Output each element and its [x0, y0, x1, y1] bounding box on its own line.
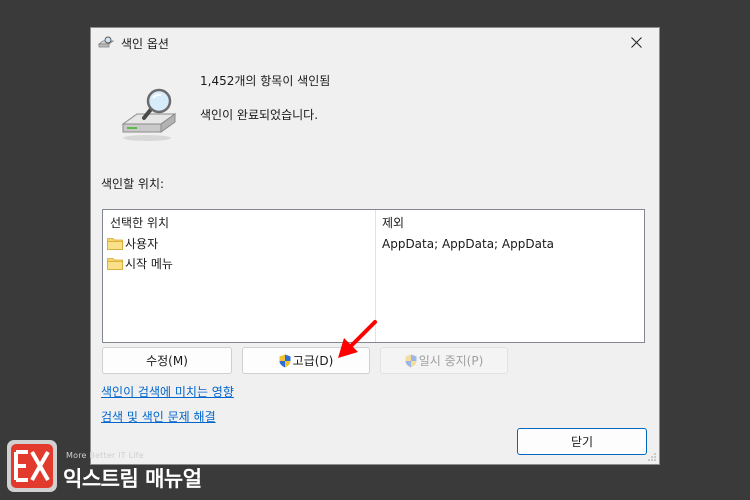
list-item[interactable]: 사용자	[107, 234, 158, 252]
column-header-included: 선택한 위치	[110, 216, 170, 230]
annotation-arrow	[338, 320, 377, 358]
modify-button-label: 수정(M)	[146, 354, 188, 368]
uac-shield-icon	[279, 354, 291, 367]
drive-magnifier-icon	[121, 88, 177, 141]
folder-icon	[107, 237, 123, 250]
excluded-paths: AppData; AppData; AppData	[382, 237, 555, 251]
location-name: 시작 메뉴	[125, 256, 173, 271]
logo-mark-icon	[11, 444, 53, 488]
modify-button[interactable]: 수정(M)	[102, 347, 232, 374]
logo-tagline: More Better IT Life	[66, 451, 144, 460]
window-title: 색인 옵션	[121, 37, 169, 51]
resize-grip[interactable]	[647, 452, 657, 462]
indexing-options-icon	[98, 36, 114, 48]
logo-brand-name: 익스트림 매뉴얼	[63, 467, 202, 491]
close-icon	[631, 37, 642, 48]
site-logo	[7, 440, 57, 492]
close-button[interactable]: 닫기	[517, 428, 647, 455]
title-bar[interactable]: 색인 옵션	[91, 28, 659, 58]
folder-icon	[107, 257, 123, 270]
indexing-options-dialog: 색인 옵션 1,452개의 항목이 색인됨 색인이 완료되었습니다. 색인할 위…	[90, 27, 660, 465]
index-locations-label: 색인할 위치:	[101, 177, 165, 191]
close-window-button[interactable]	[615, 28, 659, 58]
uac-shield-icon	[405, 354, 417, 367]
pause-button-label: 일시 중지(P)	[418, 354, 484, 368]
close-button-label: 닫기	[570, 435, 594, 449]
column-header-excluded: 제외	[382, 216, 405, 230]
location-name: 사용자	[125, 236, 159, 251]
list-item[interactable]: 시작 메뉴	[107, 254, 173, 272]
troubleshoot-link[interactable]: 검색 및 색인 문제 해결	[101, 408, 216, 425]
pause-button[interactable]: 일시 중지(P)	[380, 347, 508, 374]
advanced-button-label: 고급(D)	[292, 354, 334, 368]
desktop-background: { "window": { "title": "색인 옵션", "close_l…	[0, 0, 750, 500]
indexing-status-text: 색인이 완료되었습니다.	[200, 108, 319, 122]
indexing-effect-link[interactable]: 색인이 검색에 미치는 영향	[101, 383, 234, 400]
indexed-count-text: 1,452개의 항목이 색인됨	[200, 74, 331, 88]
